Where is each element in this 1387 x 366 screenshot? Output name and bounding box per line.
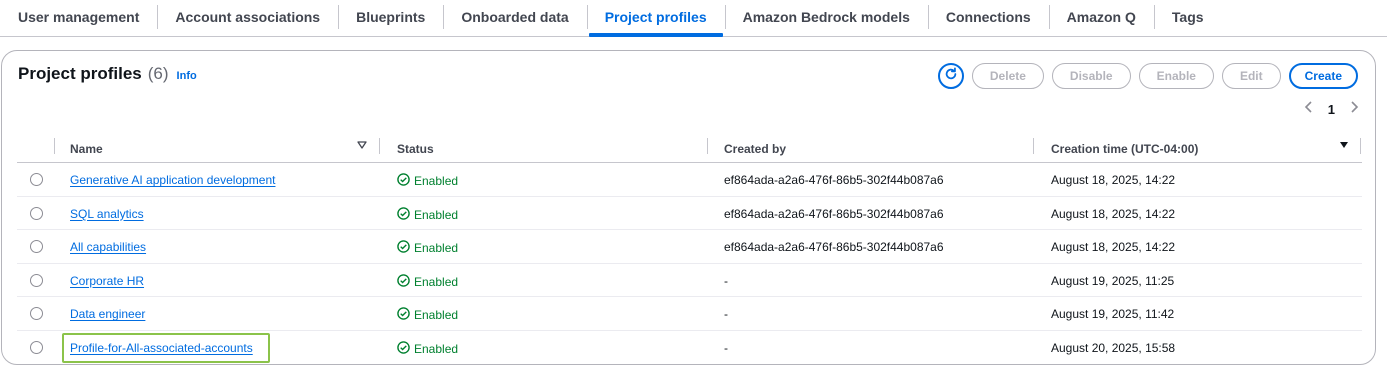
tab-onboarded-data[interactable]: Onboarded data [443, 0, 586, 34]
status-text: Enabled [414, 174, 459, 188]
action-bar: Delete Disable Enable Edit Create [937, 63, 1358, 89]
tab-connections[interactable]: Connections [927, 0, 1049, 34]
status-text: Enabled [414, 207, 459, 222]
table-row[interactable]: Corporate HR Enabled - August 19, 2025, … [17, 264, 1362, 297]
sort-descending-icon[interactable] [1339, 139, 1349, 153]
tab-bar: User management Account associations Blu… [0, 0, 1387, 37]
row-radio[interactable] [30, 273, 43, 287]
delete-button[interactable]: Delete [971, 63, 1044, 89]
row-radio[interactable] [30, 173, 43, 186]
tab-amazon-q[interactable]: Amazon Q [1048, 0, 1154, 34]
profile-name-link[interactable]: Data engineer [70, 307, 145, 321]
created-by-cell: - [724, 273, 728, 288]
status-badge: Enabled [397, 240, 458, 256]
profile-name-link[interactable]: Generative AI application development [70, 173, 275, 187]
column-header-name[interactable]: Name [70, 142, 103, 156]
table-header: Name Status Created by Creation time (UT… [17, 133, 1362, 163]
created-by-cell: - [724, 307, 728, 321]
row-radio[interactable] [30, 307, 43, 320]
refresh-button[interactable] [937, 63, 964, 89]
panel-count: (6) [147, 64, 169, 83]
pagination: 1 [1304, 100, 1359, 118]
column-divider [379, 138, 380, 154]
status-badge: Enabled [397, 340, 459, 357]
tab-tags[interactable]: Tags [1153, 0, 1222, 34]
tab-blueprints[interactable]: Blueprints [338, 0, 443, 34]
project-profiles-panel: Project profiles (6) Info Delete Disable… [1, 50, 1376, 365]
status-badge: Enabled [397, 173, 458, 189]
profile-name-link[interactable]: SQL analytics [70, 207, 144, 221]
tab-amazon-bedrock-models[interactable]: Amazon Bedrock models [724, 0, 928, 34]
edit-button[interactable]: Edit [1221, 63, 1281, 89]
table-row[interactable]: Generative AI application development En… [17, 163, 1362, 197]
status-badge: Enabled [397, 307, 458, 323]
table-row[interactable]: Data engineer Enabled - August 19, 2025,… [17, 297, 1362, 331]
panel-header: Project profiles (6) Info [18, 64, 197, 84]
row-radio[interactable] [30, 206, 43, 220]
table-row[interactable]: All capabilities Enabled ef864ada-a2a6-4… [17, 230, 1362, 264]
creation-time-cell: August 18, 2025, 14:22 [1051, 240, 1176, 254]
info-link[interactable]: Info [177, 70, 197, 82]
refresh-icon [944, 66, 958, 86]
creation-time-cell: August 18, 2025, 14:22 [1051, 173, 1176, 187]
status-text: Enabled [414, 274, 459, 289]
column-divider [1360, 138, 1361, 154]
check-circle-icon [397, 240, 410, 256]
status-text: Enabled [414, 241, 459, 255]
create-button[interactable]: Create [1288, 63, 1358, 89]
row-radio[interactable] [30, 240, 43, 253]
status-text: Enabled [414, 308, 459, 322]
check-circle-icon [397, 340, 410, 357]
row-radio[interactable] [30, 340, 43, 354]
column-divider [1033, 138, 1034, 154]
status-text: Enabled [414, 341, 459, 356]
table-row[interactable]: SQL analytics Enabled ef864ada-a2a6-476f… [17, 197, 1362, 230]
status-badge: Enabled [397, 273, 459, 290]
column-header-status[interactable]: Status [397, 142, 434, 156]
created-by-cell: ef864ada-a2a6-476f-86b5-302f44b087a6 [724, 240, 944, 254]
profile-name-link[interactable]: Corporate HR [70, 274, 144, 288]
creation-time-cell: August 18, 2025, 14:22 [1051, 206, 1176, 221]
panel-title: Project profiles [18, 64, 142, 83]
column-header-creation-time[interactable]: Creation time (UTC-04:00) [1051, 142, 1198, 156]
status-badge: Enabled [397, 206, 459, 223]
tab-account-associations[interactable]: Account associations [157, 0, 338, 34]
check-circle-icon [397, 307, 410, 323]
creation-time-cell: August 19, 2025, 11:25 [1051, 273, 1175, 288]
check-circle-icon [397, 173, 410, 189]
project-profiles-table: Name Status Created by Creation time (UT… [17, 133, 1362, 364]
column-divider [707, 138, 708, 154]
chevron-right-icon[interactable] [1349, 100, 1359, 118]
disable-button[interactable]: Disable [1051, 63, 1131, 89]
enable-button[interactable]: Enable [1138, 63, 1214, 89]
created-by-cell: - [724, 340, 728, 355]
chevron-left-icon[interactable] [1304, 100, 1314, 118]
column-divider [54, 138, 55, 154]
sort-icon[interactable] [357, 139, 367, 153]
table-row[interactable]: Profile-for-All-associated-accounts Enab… [17, 331, 1362, 365]
tab-user-management[interactable]: User management [0, 0, 157, 34]
profile-name-link[interactable]: Profile-for-All-associated-accounts [70, 341, 253, 355]
creation-time-cell: August 20, 2025, 15:58 [1051, 340, 1176, 355]
creation-time-cell: August 19, 2025, 11:42 [1051, 307, 1175, 321]
created-by-cell: ef864ada-a2a6-476f-86b5-302f44b087a6 [724, 206, 944, 221]
tab-project-profiles[interactable]: Project profiles [586, 0, 725, 37]
check-circle-icon [397, 273, 410, 290]
created-by-cell: ef864ada-a2a6-476f-86b5-302f44b087a6 [724, 173, 944, 187]
profile-name-link[interactable]: All capabilities [70, 240, 146, 254]
page-number[interactable]: 1 [1328, 102, 1335, 117]
check-circle-icon [397, 206, 410, 223]
column-header-created-by[interactable]: Created by [724, 142, 786, 156]
